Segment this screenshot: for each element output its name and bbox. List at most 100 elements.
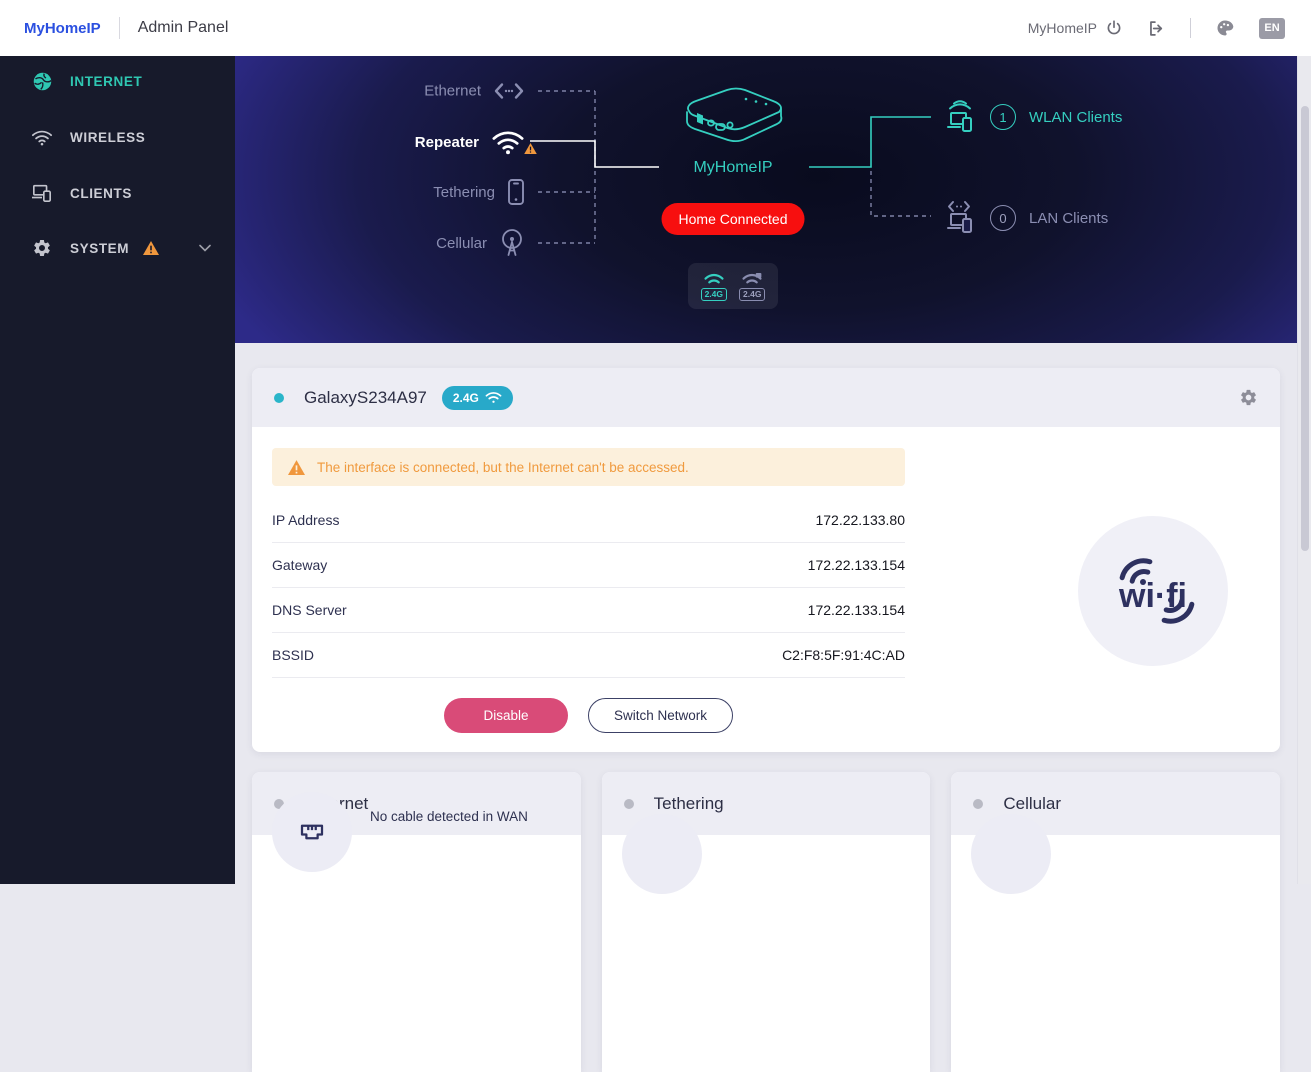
router-illustration xyxy=(673,80,793,154)
ethernet-card: Ethernet No cable detected in WAN xyxy=(252,772,581,1072)
card-title: Tethering xyxy=(654,794,724,814)
cellular-card: Cellular xyxy=(951,772,1280,1072)
sidebar-item-label: WIRELESS xyxy=(70,130,145,145)
warning-icon xyxy=(524,141,537,159)
client-count: 0 xyxy=(990,205,1016,231)
disable-button[interactable]: Disable xyxy=(444,698,568,733)
globe-icon xyxy=(30,71,54,92)
detail-row-dns: DNS Server 172.22.133.154 xyxy=(272,588,905,633)
detail-value: 172.22.133.154 xyxy=(808,557,905,573)
wifi-band-panel: 2.4G 2.4G xyxy=(688,263,778,309)
client-label: LAN Clients xyxy=(1029,210,1108,227)
interface-cards-row: Ethernet No cable detected in WAN Tether… xyxy=(252,772,1280,1072)
band-label: 2.4G xyxy=(739,288,765,301)
source-label: Tethering xyxy=(433,184,495,201)
sidebar-item-label: INTERNET xyxy=(70,74,142,89)
scrollbar-thumb[interactable] xyxy=(1301,106,1309,551)
warning-message: The interface is connected, but the Inte… xyxy=(317,460,689,475)
repeater-wifi-icon xyxy=(491,129,525,155)
chevron-down-icon[interactable] xyxy=(199,244,211,252)
brand-logo[interactable]: MyHomeIP xyxy=(24,20,101,37)
logout-icon[interactable] xyxy=(1147,19,1166,38)
status-dot xyxy=(624,799,634,809)
detail-label: Gateway xyxy=(272,557,327,573)
source-tethering[interactable]: Tethering xyxy=(235,178,525,206)
topbar-actions-divider xyxy=(1190,18,1191,38)
tethering-card: Tethering xyxy=(602,772,931,1072)
router-node xyxy=(663,56,803,154)
source-repeater[interactable]: Repeater xyxy=(235,129,525,155)
connection-details: IP Address 172.22.133.80 Gateway 172.22.… xyxy=(272,498,905,678)
lan-devices-icon xyxy=(943,200,977,236)
band-badge: 2.4G xyxy=(442,386,513,410)
topbar: MyHomeIP Admin Panel MyHomeIP EN xyxy=(0,0,1311,56)
sidebar-item-clients[interactable]: CLIENTS xyxy=(0,168,235,218)
devices-icon xyxy=(30,183,54,203)
client-label: WLAN Clients xyxy=(1029,109,1122,126)
sidebar-item-system[interactable]: SYSTEM xyxy=(0,223,235,273)
connection-warning-banner: The interface is connected, but the Inte… xyxy=(272,448,905,486)
connection-settings-gear-icon[interactable] xyxy=(1239,388,1258,407)
topbar-divider xyxy=(119,17,120,39)
page-scrollbar[interactable] xyxy=(1297,56,1311,884)
cellular-badge xyxy=(971,814,1051,894)
detail-value: 172.22.133.80 xyxy=(815,512,905,528)
wifi-band-active[interactable]: 2.4G xyxy=(701,272,727,301)
account-name: MyHomeIP xyxy=(1028,20,1097,36)
detail-label: IP Address xyxy=(272,512,339,528)
band-label: 2.4G xyxy=(701,288,727,301)
warning-icon xyxy=(143,241,159,255)
sidebar-item-internet[interactable]: INTERNET xyxy=(0,56,235,106)
network-topology-panel: Ethernet Repeater Tethering Cellular xyxy=(235,56,1297,343)
client-count: 1 xyxy=(990,104,1016,130)
sidebar-item-label: SYSTEM xyxy=(70,241,129,256)
switch-network-button[interactable]: Switch Network xyxy=(588,698,733,733)
source-label: Repeater xyxy=(415,134,479,151)
detail-row-bssid: BSSID C2:F8:5F:91:4C:AD xyxy=(272,633,905,678)
gear-icon xyxy=(30,238,54,258)
network-ssid: GalaxyS234A97 xyxy=(304,388,427,408)
source-ethernet[interactable]: Ethernet xyxy=(235,83,525,100)
status-badge: Home Connected xyxy=(662,203,805,235)
source-cellular[interactable]: Cellular xyxy=(235,229,525,257)
wlan-devices-icon xyxy=(943,99,977,135)
detail-row-ip: IP Address 172.22.133.80 xyxy=(272,498,905,543)
router-name: MyHomeIP xyxy=(663,159,803,177)
wifi-logo: wi·fi xyxy=(1093,544,1213,639)
page-title: Admin Panel xyxy=(138,19,229,37)
account-reboot-button[interactable]: MyHomeIP xyxy=(1028,19,1123,37)
sidebar-item-wireless[interactable]: WIRELESS xyxy=(0,112,235,162)
wifi-logo-badge: wi·fi xyxy=(1078,516,1228,666)
wifi-icon xyxy=(485,391,502,404)
power-icon[interactable] xyxy=(1105,19,1123,37)
cellular-antenna-icon xyxy=(499,229,525,257)
sidebar: INTERNET WIRELESS CLIENTS SYSTEM xyxy=(0,56,235,884)
topbar-actions: MyHomeIP EN xyxy=(1028,0,1285,56)
ethernet-status-message: No cable detected in WAN xyxy=(370,808,560,826)
sidebar-item-label: CLIENTS xyxy=(70,186,132,201)
wifi-band-guest[interactable]: 2.4G xyxy=(739,272,765,301)
phone-icon xyxy=(507,178,525,206)
wifi-icon xyxy=(30,129,54,146)
connection-actions: Disable Switch Network xyxy=(272,698,905,733)
wifi-icon xyxy=(702,272,726,287)
wlan-clients[interactable]: 1 WLAN Clients xyxy=(943,99,1122,135)
theme-palette-icon[interactable] xyxy=(1215,18,1235,38)
source-label: Cellular xyxy=(436,235,487,252)
lan-clients[interactable]: 0 LAN Clients xyxy=(943,200,1108,236)
detail-row-gateway: Gateway 172.22.133.154 xyxy=(272,543,905,588)
tethering-badge xyxy=(622,814,702,894)
wifi-guest-icon xyxy=(740,272,764,287)
status-dot xyxy=(274,393,284,403)
detail-value: 172.22.133.154 xyxy=(808,602,905,618)
ethernet-port-icon xyxy=(297,817,327,847)
card-title: Cellular xyxy=(1003,794,1061,814)
warning-icon xyxy=(288,460,305,475)
ethernet-port-badge xyxy=(272,792,352,872)
svg-text:wi·fi: wi·fi xyxy=(1118,577,1187,615)
status-dot xyxy=(973,799,983,809)
source-label: Ethernet xyxy=(424,83,481,100)
repeater-connection-card: GalaxyS234A97 2.4G The interface is conn… xyxy=(252,368,1280,752)
band-badge-label: 2.4G xyxy=(453,391,479,405)
language-selector[interactable]: EN xyxy=(1259,18,1285,39)
